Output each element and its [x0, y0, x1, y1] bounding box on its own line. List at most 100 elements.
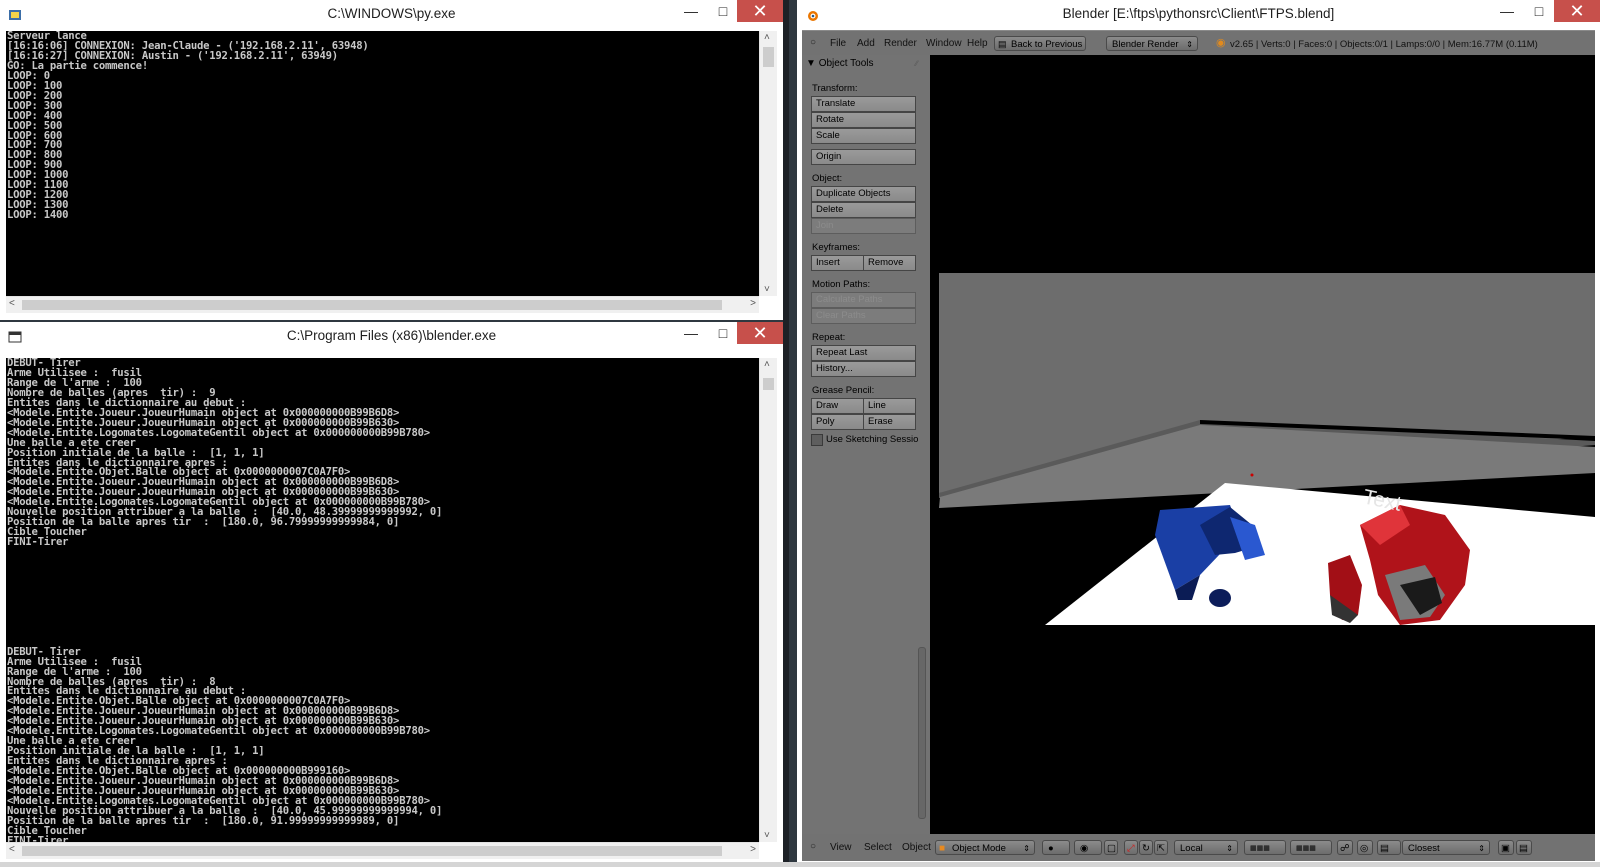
menu-object[interactable]: Object — [902, 842, 931, 853]
object-tools-title: Object Tools — [818, 58, 874, 69]
manipulator-toggle[interactable]: ▢ — [1104, 840, 1118, 855]
editor-type-icon[interactable]: ○ — [810, 37, 816, 48]
scroll-up-icon[interactable]: ˄ — [764, 359, 770, 370]
translate-button[interactable]: Translate — [811, 96, 916, 112]
sketching-checkbox[interactable] — [811, 434, 823, 446]
console-line: LOOP: 400 — [7, 109, 63, 122]
scale-button[interactable]: Scale — [811, 128, 916, 144]
snap-element-value: Closest — [1408, 843, 1440, 854]
blender-window: Blender [E:\ftps\pythonsrc\Client\FTPS.b… — [797, 0, 1600, 867]
origin-button[interactable]: Origin — [811, 149, 916, 165]
transform-orientation-select[interactable]: Local ⇕ — [1174, 840, 1238, 855]
render-engine-select[interactable]: Blender Render ⇕ — [1106, 36, 1198, 51]
py-titlebar[interactable]: C:\WINDOWS\py.exe — □ ✕ — [0, 0, 783, 30]
menu-file[interactable]: File — [830, 38, 846, 49]
menu-window[interactable]: Window — [926, 38, 962, 49]
repeat-last-button[interactable]: Repeat Last — [811, 345, 916, 361]
minimize-icon[interactable]: — — [1491, 0, 1523, 22]
grease-line-button[interactable]: Line — [863, 398, 916, 414]
proportional-edit-icon[interactable]: ◎ — [1357, 840, 1373, 855]
collapse-triangle-icon: ▼ — [806, 58, 816, 69]
3d-scene[interactable]: Text — [930, 55, 1595, 834]
py-horizontal-scrollbar[interactable]: < > — [6, 296, 759, 313]
transform-label: Transform: — [812, 83, 858, 94]
back-to-previous-button[interactable]: ▤ Back to Previous — [994, 36, 1086, 51]
grease-erase-button[interactable]: Erase — [863, 414, 916, 430]
console-line: Cible Toucher — [7, 526, 87, 539]
clear-paths-button[interactable]: Clear Paths — [811, 308, 916, 324]
manipulator-rotate-icon[interactable]: ↻ — [1139, 840, 1153, 855]
blender-console-titlebar[interactable]: C:\Program Files (x86)\blender.exe — □ ✕ — [0, 322, 783, 352]
scene-statistics: v2.65 | Verts:0 | Faces:0 | Objects:0/1 … — [1230, 39, 1538, 50]
snap-icon[interactable]: ▤ — [1377, 840, 1401, 855]
object-tools-header[interactable]: ▼ Object Tools — [806, 58, 874, 69]
snap-element-select[interactable]: Closest ⇕ — [1402, 840, 1490, 855]
menu-select[interactable]: Select — [864, 842, 892, 853]
scroll-down-icon[interactable]: ˅ — [764, 830, 770, 841]
viewport-shading-select[interactable]: ● — [1042, 840, 1070, 855]
repeat-label: Repeat: — [812, 332, 846, 343]
remove-keyframe-button[interactable]: Remove — [863, 255, 916, 271]
menu-help[interactable]: Help — [967, 38, 988, 49]
join-button[interactable]: Join — [811, 218, 916, 234]
scroll-right-icon[interactable]: > — [750, 844, 756, 855]
py-console-window: C:\WINDOWS\py.exe — □ ✕ Serveur lance [16… — [0, 0, 783, 320]
insert-keyframe-button[interactable]: Insert — [811, 255, 864, 271]
layer-buttons-group-b[interactable]: ▦▦▦ — [1290, 840, 1332, 855]
scroll-left-icon[interactable]: < — [9, 298, 15, 309]
manipulator-translate-icon[interactable]: ⤢ — [1124, 840, 1138, 855]
scroll-thumb[interactable] — [22, 300, 722, 310]
scroll-down-icon[interactable]: ˅ — [764, 284, 770, 295]
console-line: LOOP: 700 — [7, 139, 63, 152]
delete-button[interactable]: Delete — [811, 202, 916, 218]
blender-titlebar[interactable]: Blender [E:\ftps\pythonsrc\Client\FTPS.b… — [797, 0, 1600, 30]
menu-view[interactable]: View — [830, 842, 852, 853]
3d-viewport[interactable]: Text — [930, 55, 1595, 834]
tool-shelf-scrollbar[interactable] — [918, 647, 926, 819]
py-console-output[interactable]: Serveur lance [16:16:06] CONNEXION: Jean-… — [6, 31, 759, 297]
rotate-button[interactable]: Rotate — [811, 112, 916, 128]
scroll-up-icon[interactable]: ˄ — [764, 32, 770, 43]
scroll-thumb[interactable] — [22, 846, 722, 856]
blender-info-header: ○ File Add Render Window Help ▤ Back to … — [802, 30, 1595, 56]
render-opengl-icon[interactable]: ▣ — [1498, 840, 1514, 855]
maximize-icon[interactable]: □ — [707, 0, 739, 22]
close-icon[interactable]: ✕ — [737, 0, 783, 22]
history-button[interactable]: History... — [811, 361, 916, 377]
back-icon: ▤ — [998, 39, 1007, 49]
scroll-thumb[interactable] — [763, 47, 774, 67]
scroll-thumb[interactable] — [763, 378, 774, 390]
menu-render[interactable]: Render — [884, 38, 917, 49]
scroll-right-icon[interactable]: > — [750, 298, 756, 309]
scroll-left-icon[interactable]: < — [9, 844, 15, 855]
object-mode-select[interactable]: ■ Object Mode ⇕ — [935, 840, 1035, 855]
object-mode-icon: ■ — [939, 843, 946, 854]
py-vertical-scrollbar[interactable]: ˄ ˅ — [759, 31, 777, 296]
minimize-icon[interactable]: — — [675, 0, 707, 22]
minimize-icon[interactable]: — — [675, 322, 707, 344]
manipulator-scale-icon[interactable]: ⇱ — [1154, 840, 1168, 855]
calculate-paths-button[interactable]: Calculate Paths — [811, 292, 916, 308]
blender-console-output[interactable]: DEBUT- Tirer Arme Utilisee : fusil Range d… — [6, 358, 759, 843]
maximize-icon[interactable]: □ — [707, 322, 739, 344]
sketching-label: Use Sketching Sessio — [826, 434, 919, 445]
menu-add[interactable]: Add — [857, 38, 875, 49]
grease-draw-button[interactable]: Draw — [811, 398, 864, 414]
close-icon[interactable]: ✕ — [737, 322, 783, 344]
console-line: GO: La partie commence! — [7, 59, 148, 72]
layer-buttons-group-a[interactable]: ▦▦▦ — [1244, 840, 1286, 855]
blender-console-horizontal-scrollbar[interactable]: < > — [6, 842, 759, 859]
close-icon[interactable]: ✕ — [1554, 0, 1600, 22]
blender-console-vertical-scrollbar[interactable]: ˄ ˅ — [759, 358, 777, 842]
panel-grip-icon[interactable]: ∕∕ — [915, 59, 918, 68]
editor-type-icon[interactable]: ○ — [810, 841, 816, 852]
maximize-icon[interactable]: □ — [1523, 0, 1555, 22]
grease-poly-button[interactable]: Poly — [811, 414, 864, 430]
render-animation-icon[interactable]: ▤ — [1516, 840, 1532, 855]
pivot-point-select[interactable]: ◉ — [1074, 840, 1102, 855]
lock-layers-icon[interactable]: ☍ — [1337, 840, 1353, 855]
duplicate-objects-button[interactable]: Duplicate Objects — [811, 186, 916, 202]
